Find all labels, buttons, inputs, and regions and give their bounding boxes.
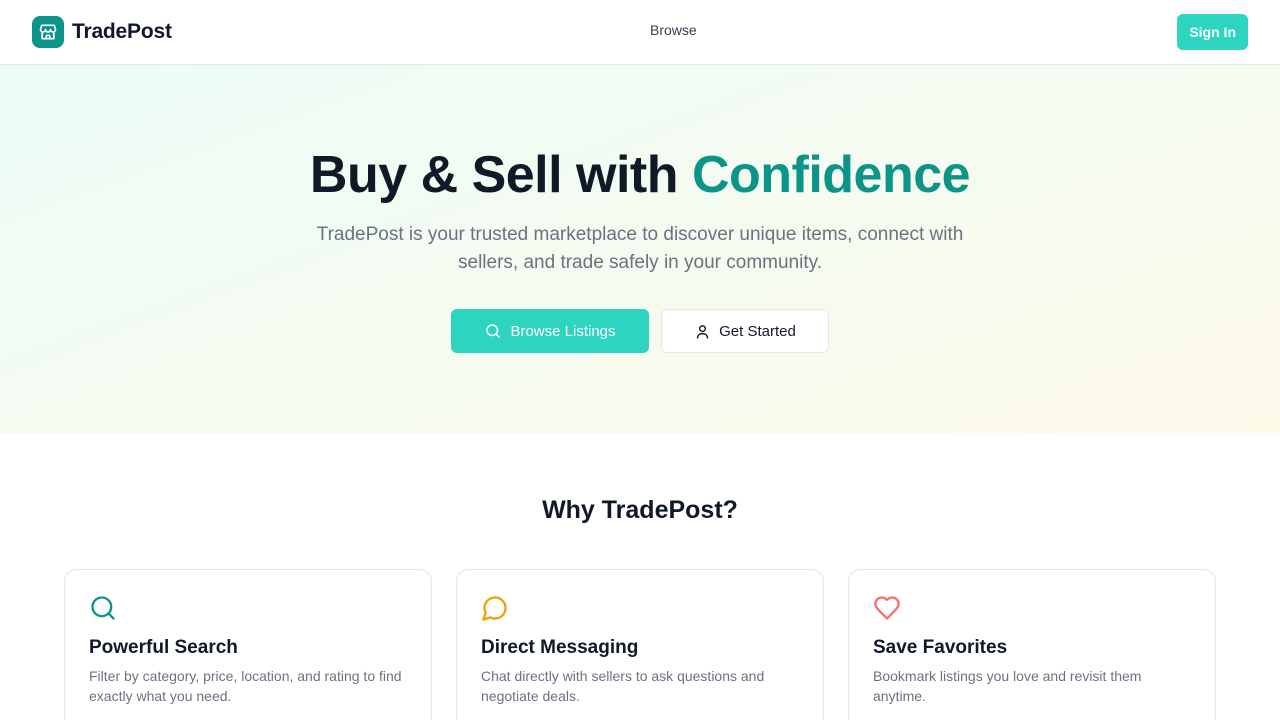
- browse-listings-button[interactable]: Browse Listings: [451, 309, 649, 353]
- get-started-button[interactable]: Get Started: [661, 309, 829, 353]
- heart-icon: [874, 596, 900, 620]
- feature-description: Bookmark listings you love and revisit t…: [873, 668, 1142, 704]
- user-icon: [696, 324, 709, 339]
- hero-title-main: Buy & Sell with: [309, 146, 692, 204]
- search-icon: [91, 596, 115, 620]
- get-started-label: Get Started: [719, 322, 796, 340]
- search-icon: [486, 324, 501, 338]
- store-icon: [32, 16, 64, 48]
- nav-browse-link[interactable]: Browse: [650, 22, 697, 38]
- features-heading: Why TradePost?: [542, 496, 738, 524]
- hero-subtitle: TradePost is your trusted marketplace to…: [316, 224, 964, 273]
- feature-description: Filter by category, price, location, and…: [89, 668, 402, 704]
- feature-card-messaging: Direct Messaging Chat directly with sell…: [456, 569, 824, 720]
- features-grid: Powerful Search Filter by category, pric…: [64, 569, 1216, 720]
- hero-section: Buy & Sell with Confidence TradePost is …: [0, 65, 1280, 433]
- top-navbar: TradePost Browse Sign In: [0, 0, 1280, 65]
- hero-actions: Browse Listings Get Started: [0, 309, 1280, 353]
- feature-title: Save Favorites: [873, 637, 1008, 658]
- browse-listings-label: Browse Listings: [510, 322, 616, 340]
- brand-name: TradePost: [72, 20, 172, 43]
- sign-in-button[interactable]: Sign In: [1177, 14, 1248, 50]
- feature-description: Chat directly with sellers to ask questi…: [481, 668, 765, 704]
- hero-title: Buy & Sell with Confidence: [0, 145, 1280, 205]
- hero-title-accent: Confidence: [691, 146, 971, 204]
- chat-bubble-icon: [482, 596, 507, 621]
- feature-card-favorites: Save Favorites Bookmark listings you lov…: [848, 569, 1216, 720]
- brand-link[interactable]: TradePost: [32, 16, 172, 48]
- feature-title: Powerful Search: [89, 637, 238, 658]
- feature-card-search: Powerful Search Filter by category, pric…: [64, 569, 432, 720]
- feature-title: Direct Messaging: [481, 637, 639, 658]
